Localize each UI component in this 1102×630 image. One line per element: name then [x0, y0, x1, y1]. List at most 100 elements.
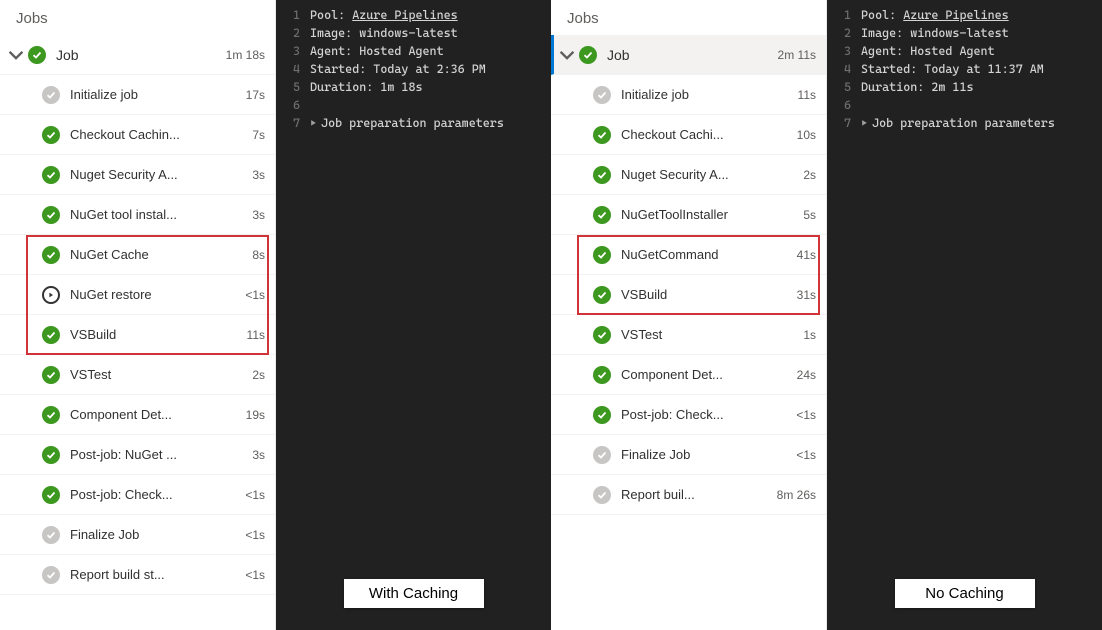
step-row[interactable]: NuGet Cache8s	[0, 235, 275, 275]
log-pool-label: Pool:	[861, 8, 903, 22]
log-image: Image: windows-latest	[861, 24, 1009, 42]
success-icon	[593, 166, 611, 184]
log-duration: Duration: 2m 11s	[861, 78, 974, 96]
log-agent: Agent: Hosted Agent	[861, 42, 995, 60]
log-expand-row[interactable]: 7▸Job preparation parameters	[276, 114, 551, 132]
step-duration: 2s	[776, 168, 816, 182]
neutral-icon	[593, 486, 611, 504]
step-duration: 7s	[225, 128, 265, 142]
step-row[interactable]: Checkout Cachi...10s	[551, 115, 826, 155]
chevron-down-icon[interactable]	[8, 47, 24, 63]
step-duration: <1s	[225, 288, 265, 302]
success-icon	[42, 446, 60, 464]
log-duration: Duration: 1m 18s	[310, 78, 423, 96]
step-duration: 11s	[776, 88, 816, 102]
log-image: Image: windows-latest	[310, 24, 458, 42]
step-name: VSBuild	[611, 287, 776, 302]
step-name: Finalize Job	[60, 527, 225, 542]
step-row[interactable]: VSBuild31s	[551, 275, 826, 315]
triangle-right-icon: ▸	[861, 114, 872, 132]
step-row[interactable]: NuGet restore<1s	[0, 275, 275, 315]
step-row[interactable]: NuGet tool instal...3s	[0, 195, 275, 235]
job-title: Job	[46, 47, 225, 63]
step-duration: 3s	[225, 208, 265, 222]
step-name: Nuget Security A...	[611, 167, 776, 182]
step-row[interactable]: Finalize Job<1s	[0, 515, 275, 555]
step-row[interactable]: Component Det...19s	[0, 395, 275, 435]
step-duration: 3s	[225, 168, 265, 182]
success-icon	[593, 126, 611, 144]
job-summary-row[interactable]: Job 2m 11s	[551, 35, 826, 75]
success-icon	[42, 486, 60, 504]
success-icon	[593, 286, 611, 304]
success-icon	[42, 246, 60, 264]
neutral-icon	[42, 86, 60, 104]
log-prep: Job preparation parameters	[872, 114, 1055, 132]
log-pool-label: Pool:	[310, 8, 352, 22]
step-duration: 8m 26s	[776, 488, 816, 502]
success-icon	[593, 246, 611, 264]
step-name: Initialize job	[611, 87, 776, 102]
step-name: Nuget Security A...	[60, 167, 225, 182]
step-duration: 8s	[225, 248, 265, 262]
step-row[interactable]: Post-job: Check...<1s	[0, 475, 275, 515]
step-row[interactable]: Nuget Security A...3s	[0, 155, 275, 195]
step-name: Checkout Cachin...	[60, 127, 225, 142]
panel-no-caching: Jobs Job 2m 11s Initialize job11sCheckou…	[551, 0, 1102, 630]
step-row[interactable]: VSBuild11s	[0, 315, 275, 355]
step-row[interactable]: Initialize job11s	[551, 75, 826, 115]
step-row[interactable]: Post-job: Check...<1s	[551, 395, 826, 435]
step-name: VSBuild	[60, 327, 225, 342]
job-summary-row[interactable]: Job 1m 18s	[0, 35, 275, 75]
neutral-icon	[42, 526, 60, 544]
step-row[interactable]: Component Det...24s	[551, 355, 826, 395]
step-row[interactable]: VSTest2s	[0, 355, 275, 395]
neutral-icon	[42, 566, 60, 584]
step-row[interactable]: NuGetCommand41s	[551, 235, 826, 275]
step-row[interactable]: Report buil...8m 26s	[551, 475, 826, 515]
jobs-header: Jobs	[0, 0, 275, 35]
log-expand-row[interactable]: 7▸Job preparation parameters	[827, 114, 1102, 132]
steps-list-right: Initialize job11sCheckout Cachi...10sNug…	[551, 75, 826, 515]
job-duration: 2m 11s	[776, 48, 816, 62]
step-row[interactable]: Checkout Cachin...7s	[0, 115, 275, 155]
log-started: Started: Today at 11:37 AM	[861, 60, 1044, 78]
triangle-right-icon: ▸	[310, 114, 321, 132]
job-duration: 1m 18s	[225, 48, 265, 62]
step-duration: 31s	[776, 288, 816, 302]
step-name: Component Det...	[611, 367, 776, 382]
step-name: NuGetToolInstaller	[611, 207, 776, 222]
step-row[interactable]: Finalize Job<1s	[551, 435, 826, 475]
log-agent: Agent: Hosted Agent	[310, 42, 444, 60]
success-icon	[593, 206, 611, 224]
caption-label: With Caching	[344, 579, 484, 608]
step-name: Post-job: NuGet ...	[60, 447, 225, 462]
step-name: NuGet Cache	[60, 247, 225, 262]
pool-link[interactable]: Azure Pipelines	[903, 8, 1008, 22]
jobs-column-right: Jobs Job 2m 11s Initialize job11sCheckou…	[551, 0, 827, 630]
panel-with-caching: Jobs Job 1m 18s Initialize job17sCheckou…	[0, 0, 551, 630]
chevron-down-icon[interactable]	[559, 47, 575, 63]
jobs-header: Jobs	[551, 0, 826, 35]
step-row[interactable]: NuGetToolInstaller5s	[551, 195, 826, 235]
step-row[interactable]: Nuget Security A...2s	[551, 155, 826, 195]
step-row[interactable]: VSTest1s	[551, 315, 826, 355]
success-icon	[42, 166, 60, 184]
step-row[interactable]: Post-job: NuGet ...3s	[0, 435, 275, 475]
step-duration: <1s	[225, 568, 265, 582]
step-duration: 11s	[225, 328, 265, 342]
steps-list-left: Initialize job17sCheckout Cachin...7sNug…	[0, 75, 275, 595]
step-duration: 1s	[776, 328, 816, 342]
step-row[interactable]: Initialize job17s	[0, 75, 275, 115]
success-icon	[42, 366, 60, 384]
step-name: NuGet tool instal...	[60, 207, 225, 222]
step-name: Finalize Job	[611, 447, 776, 462]
step-name: VSTest	[60, 367, 225, 382]
log-prep: Job preparation parameters	[321, 114, 504, 132]
step-name: VSTest	[611, 327, 776, 342]
step-duration: 2s	[225, 368, 265, 382]
pool-link[interactable]: Azure Pipelines	[352, 8, 457, 22]
neutral-icon	[593, 86, 611, 104]
log-started: Started: Today at 2:36 PM	[310, 60, 486, 78]
step-row[interactable]: Report build st...<1s	[0, 555, 275, 595]
